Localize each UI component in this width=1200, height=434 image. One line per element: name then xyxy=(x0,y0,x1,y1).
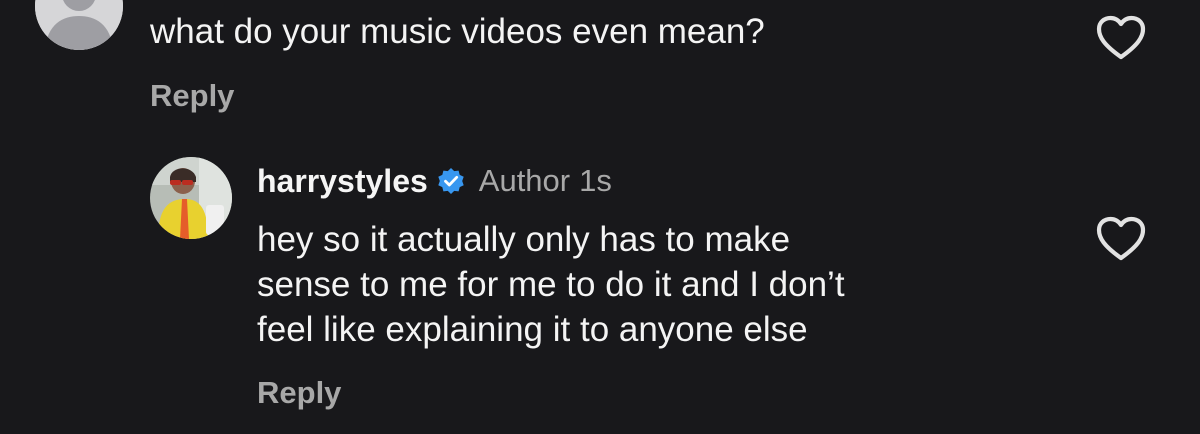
reply-button[interactable]: Reply xyxy=(257,374,341,412)
reply-button[interactable]: Reply xyxy=(150,77,234,115)
comment-meta: harrystyles Author 1s xyxy=(257,160,612,202)
comment-line: feel like explaining it to anyone else xyxy=(257,310,808,349)
heart-outline-icon[interactable] xyxy=(1095,14,1147,62)
comment-text: what do your music videos even mean? xyxy=(150,12,765,51)
avatar[interactable] xyxy=(150,157,232,239)
default-avatar-icon[interactable] xyxy=(35,0,123,50)
heart-outline-icon[interactable] xyxy=(1095,215,1147,263)
comment-line: sense to me for me to do it and I don’t xyxy=(257,265,845,304)
comment-line: hey so it actually only has to make xyxy=(257,220,791,259)
timestamp: 1s xyxy=(579,163,612,198)
username[interactable]: harrystyles xyxy=(257,163,428,200)
author-tag: Author xyxy=(478,163,571,198)
verified-badge-icon xyxy=(437,167,465,195)
comment-text: hey so it actually only has to make sens… xyxy=(257,217,1037,352)
